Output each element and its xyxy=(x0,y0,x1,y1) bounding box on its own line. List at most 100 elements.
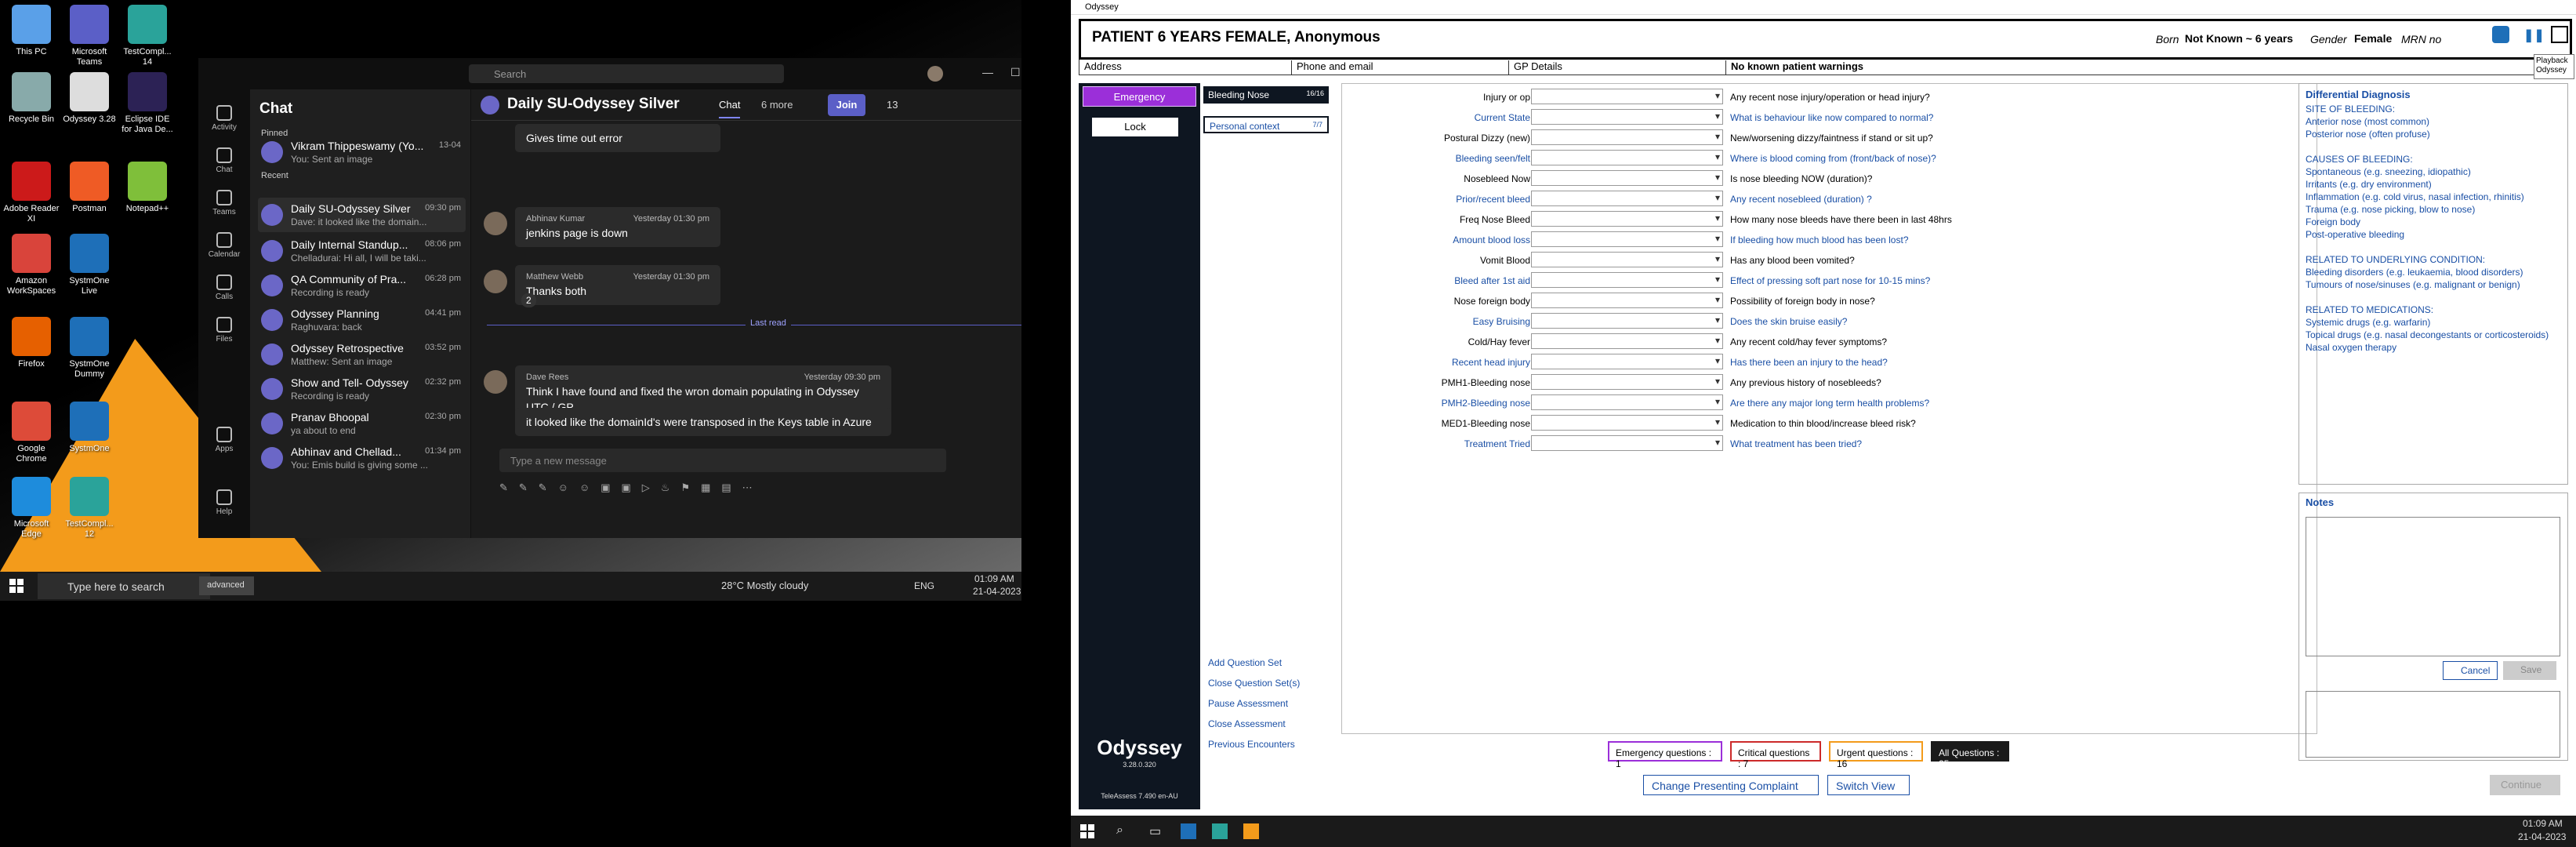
app-icon[interactable] xyxy=(1181,823,1196,839)
action-link[interactable]: Add Question Set xyxy=(1208,657,1282,668)
desktop-icon[interactable]: Notepad++ xyxy=(119,162,176,214)
teams-search-input[interactable]: Search xyxy=(469,64,784,83)
chat-list-item[interactable]: QA Community of Pra... Recording is ready… xyxy=(258,268,466,303)
answer-dropdown[interactable] xyxy=(1531,211,1723,227)
chat-list-item[interactable]: Odyssey Retrospective Matthew: Sent an im… xyxy=(258,337,466,372)
answer-dropdown[interactable] xyxy=(1531,231,1723,247)
emergency-button[interactable]: Emergency xyxy=(1083,86,1196,107)
action-link[interactable]: Close Question Set(s) xyxy=(1208,678,1300,689)
clock-date[interactable]: 21-04-2023 xyxy=(2518,831,2566,842)
clock-date[interactable]: 21-04-2023 xyxy=(973,586,1021,597)
urgent-count[interactable]: Urgent questions : 16 xyxy=(1829,741,1923,769)
app-icon[interactable] xyxy=(1212,823,1228,839)
emergency-count[interactable]: Emergency questions : 1 xyxy=(1608,741,1722,769)
windows-start-icon[interactable] xyxy=(1080,824,1094,838)
answer-dropdown[interactable] xyxy=(1531,272,1723,288)
rail-item-calls[interactable]: Calls xyxy=(198,274,250,301)
search-icon[interactable]: ⌕ xyxy=(1116,823,1123,838)
reaction-badge[interactable]: 2 xyxy=(521,293,536,307)
answer-dropdown[interactable] xyxy=(1531,394,1723,410)
weather-widget[interactable]: 28°C Mostly cloudy xyxy=(721,580,808,591)
maximize-icon[interactable]: ☐ xyxy=(1010,66,1021,79)
change-complaint-button[interactable]: Change Presenting Complaint xyxy=(1643,775,1819,795)
taskbar-search-input[interactable]: Type here to search xyxy=(38,573,210,599)
question-set-bleeding-nose[interactable]: Bleeding Nose 16/16 xyxy=(1203,86,1329,104)
answer-dropdown[interactable] xyxy=(1531,415,1723,431)
desktop-icon[interactable]: Microsoft Edge xyxy=(3,477,60,540)
cancel-button[interactable]: Cancel xyxy=(2443,661,2498,680)
language-indicator[interactable]: ENG xyxy=(914,580,934,591)
rail-item-help[interactable]: Help xyxy=(198,489,250,516)
action-link[interactable]: Previous Encounters xyxy=(1208,739,1295,750)
answer-dropdown[interactable] xyxy=(1531,435,1723,451)
continue-button[interactable]: Continue xyxy=(2490,775,2560,795)
desktop-icon[interactable]: Firefox xyxy=(3,317,60,369)
advanced-taskbar-item[interactable]: advanced xyxy=(199,576,254,595)
desktop-icon[interactable]: Microsoft Teams xyxy=(61,5,118,67)
participants-count[interactable]: 13 xyxy=(887,99,898,111)
address-field[interactable]: Address xyxy=(1079,60,1292,75)
desktop-icon[interactable]: TestCompl... 14 xyxy=(119,5,176,67)
answer-dropdown[interactable] xyxy=(1531,150,1723,165)
chat-list-item[interactable]: Daily SU-Odyssey Silver Dave: it looked l… xyxy=(258,198,466,232)
lock-button[interactable]: Lock xyxy=(1092,118,1178,136)
answer-dropdown[interactable] xyxy=(1531,374,1723,390)
desktop-icon[interactable]: Eclipse IDE for Java De... xyxy=(119,72,176,135)
clock-time[interactable]: 01:09 AM xyxy=(2523,818,2563,829)
desktop-icon[interactable]: This PC xyxy=(3,5,60,57)
chat-list-item[interactable]: Show and Tell- Odyssey Recording is ready… xyxy=(258,372,466,406)
save-button[interactable]: Save xyxy=(2503,661,2556,680)
rail-item-teams[interactable]: Teams xyxy=(198,190,250,216)
desktop-icon[interactable]: Adobe Reader XI xyxy=(3,162,60,224)
chat-list-item[interactable]: Pranav Bhoopal ya about to end 02:30 pm xyxy=(258,406,466,441)
phone-field[interactable]: Phone and email xyxy=(1292,60,1509,75)
rail-item-activity[interactable]: Activity xyxy=(198,105,250,132)
answer-dropdown[interactable] xyxy=(1531,354,1723,369)
desktop-icon[interactable]: SystmOne Dummy xyxy=(61,317,118,380)
playback-icon[interactable] xyxy=(2492,26,2509,43)
compose-toolbar[interactable]: ✎✎✎☺☺▣▣▷♨⚑▦▤⋯ xyxy=(499,482,946,497)
rail-item-calendar[interactable]: Calendar xyxy=(198,232,250,259)
desktop-icon[interactable]: SystmOne xyxy=(61,402,118,454)
desktop-icon[interactable]: SystmOne Live xyxy=(61,234,118,296)
answer-dropdown[interactable] xyxy=(1531,170,1723,186)
rail-item-files[interactable]: Files xyxy=(198,317,250,344)
action-link[interactable]: Close Assessment xyxy=(1208,718,1286,729)
stop-icon[interactable] xyxy=(2551,26,2568,43)
minimize-icon[interactable]: — xyxy=(982,66,993,78)
answer-dropdown[interactable] xyxy=(1531,333,1723,349)
critical-count[interactable]: Critical questions : 7 xyxy=(1730,741,1821,769)
avatar[interactable] xyxy=(927,66,943,82)
windows-start-icon[interactable] xyxy=(9,579,24,593)
gp-field[interactable]: GP Details xyxy=(1509,60,1726,75)
chat-list-item[interactable]: Odyssey Planning Raghuvara: back 04:41 pm xyxy=(258,303,466,337)
tab-chat[interactable]: Chat xyxy=(719,99,741,118)
answer-dropdown[interactable] xyxy=(1531,293,1723,308)
answer-dropdown[interactable] xyxy=(1531,109,1723,125)
rail-item-chat[interactable]: Chat xyxy=(198,147,250,174)
answer-dropdown[interactable] xyxy=(1531,89,1723,104)
desktop-icon[interactable]: Amazon WorkSpaces xyxy=(3,234,60,296)
answer-dropdown[interactable] xyxy=(1531,313,1723,329)
tab-more[interactable]: 6 more xyxy=(761,99,793,111)
notes-textarea[interactable] xyxy=(2306,517,2560,656)
task-view-icon[interactable]: ▭ xyxy=(1149,823,1161,839)
action-link[interactable]: Pause Assessment xyxy=(1208,698,1288,709)
desktop-icon[interactable]: TestCompl... 12 xyxy=(61,477,118,540)
rail-item-apps[interactable]: Apps xyxy=(198,427,250,453)
question-set-personal-context[interactable]: Personal context 7/7 xyxy=(1203,116,1329,133)
chat-list-item[interactable]: Abhinav and Chellad... You: Emis build is… xyxy=(258,441,466,475)
all-count[interactable]: All Questions : 25 xyxy=(1931,741,2009,769)
compose-input[interactable]: Type a new message xyxy=(499,449,946,472)
chat-list-item[interactable]: Daily Internal Standup... Chelladurai: Hi… xyxy=(258,234,466,268)
chat-list-item[interactable]: Vikram Thippeswamy (Yo... You: Sent an im… xyxy=(258,135,466,169)
clock-time[interactable]: 01:09 AM xyxy=(974,573,1014,584)
desktop-icon[interactable]: Recycle Bin xyxy=(3,72,60,125)
desktop-icon[interactable]: Odyssey 3.28 xyxy=(61,72,118,125)
odyssey-taskbar-icon[interactable] xyxy=(1243,823,1259,839)
desktop-icon[interactable]: Google Chrome xyxy=(3,402,60,464)
answer-dropdown[interactable] xyxy=(1531,191,1723,206)
desktop-icon[interactable]: Postman xyxy=(61,162,118,214)
join-button[interactable]: Join xyxy=(828,94,865,116)
pause-icon[interactable]: ❚❚ xyxy=(2523,27,2545,43)
